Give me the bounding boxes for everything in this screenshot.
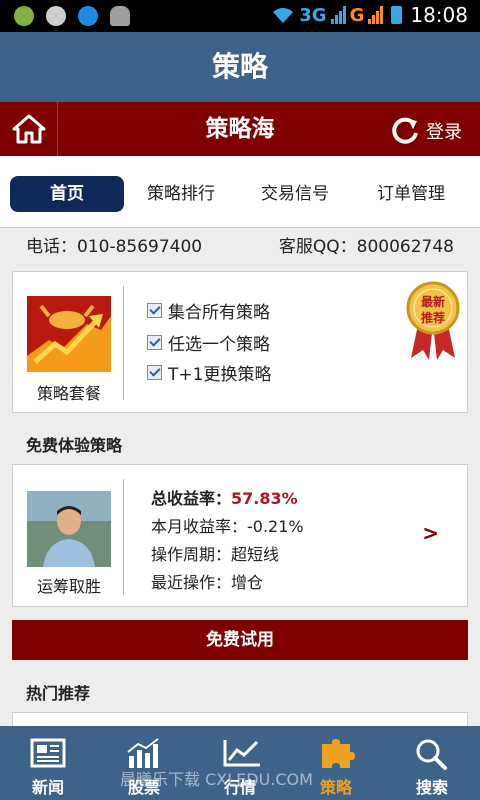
puzzle-icon [322,739,355,768]
tab-bar: 首页 策略排行 交易信号 订单管理 [0,156,480,228]
login-label: 登录 [426,122,462,143]
badge-text-top: 最新 [421,294,445,309]
title-bar: 策略 [0,32,480,102]
signal-icon [330,6,346,24]
option-t1-switch-strategy[interactable]: T+1更换策略 [147,360,271,385]
contact-qq[interactable]: 客服QQ：800062748 [279,232,454,257]
package-caption: 策略套餐 [36,384,101,403]
network-type-g: G [349,4,365,26]
android-notification-icon [110,6,130,26]
battery-icon [391,6,403,24]
free-trial-strategy-card[interactable]: 运筹取胜 总收益率：57.83% 本月收益率：-0.21% 操作周期：超短线 最… [12,464,468,607]
new-recommend-badge-icon: 最新 推荐 [406,281,460,360]
tab-strategy-ranking[interactable]: 策略排行 [124,176,238,212]
contact-phone[interactable]: 电话：010-85697400 [26,232,202,257]
home-button[interactable] [0,102,58,156]
bug-notification-icon [46,6,66,26]
option-label: 集合所有策略 [168,303,270,323]
strategy-name: 运筹取胜 [36,577,101,596]
signal-icon-2 [368,6,384,24]
app-header: 策略海 登录 [0,102,480,156]
tab-trading-signals[interactable]: 交易信号 [238,176,352,212]
recent-action: 最近操作：增仓 [151,573,264,592]
total-return-value: 57.83% [231,489,298,508]
author-photo [27,491,111,567]
option-label: 任选一个策略 [168,335,270,355]
checkbox-checked-icon[interactable] [147,365,162,380]
divider [123,286,124,400]
line-chart-icon [223,740,260,767]
option-all-strategies[interactable]: 集合所有策略 [147,298,270,323]
checkbox-checked-icon[interactable] [147,335,162,350]
status-bar: 3G G 18:08 [0,0,480,32]
network-type-3g: 3G [299,4,327,26]
free-trial-button[interactable]: 免费试用 [12,620,468,660]
operation-period: 操作周期：超短线 [151,545,280,564]
month-return: 本月收益率：-0.21% [151,517,304,536]
option-pick-one-strategy[interactable]: 任选一个策略 [147,330,270,355]
hot-recommend-section-title: 热门推荐 [26,684,91,703]
home-icon [12,114,45,144]
option-label: T+1更换策略 [168,365,272,385]
nav-label: 搜索 [415,778,448,797]
tab-home[interactable]: 首页 [10,176,124,212]
login-button[interactable]: 登录 [390,116,462,146]
badge-text-bottom: 推荐 [421,310,445,325]
total-return-label: 总收益率： [151,489,232,508]
strategy-thumbnail: 运筹取胜 [27,491,111,597]
wifi-icon [273,8,294,23]
strategy-package-card[interactable]: 策略套餐 集合所有策略 任选一个策略 T+1更换策略 最新 推荐 [12,271,468,413]
tab-order-management[interactable]: 订单管理 [352,176,470,212]
nav-search[interactable]: 搜索 [384,726,480,800]
clock: 18:08 [410,3,468,27]
page-title: 策略 [211,50,268,83]
nav-label: 新闻 [31,778,64,797]
refresh-icon [392,117,418,144]
search-icon [416,739,447,770]
package-thumbnail: 策略套餐 [27,296,111,404]
total-return: 总收益率：57.83% [151,485,298,509]
bull-chart-image [27,296,111,372]
divider [123,479,124,595]
globe-notification-icon [78,6,98,26]
bar-chart-icon [127,738,159,768]
newspaper-icon [30,738,66,768]
chevron-right-icon[interactable]: > [422,521,439,545]
app-notification-icon [14,6,34,26]
watermark: 晨曦乐下载 CXLEDU.COM [120,770,313,789]
nav-news[interactable]: 新闻 [0,726,96,800]
checkbox-checked-icon[interactable] [147,303,162,318]
free-trial-section-title: 免费体验策略 [26,436,123,455]
